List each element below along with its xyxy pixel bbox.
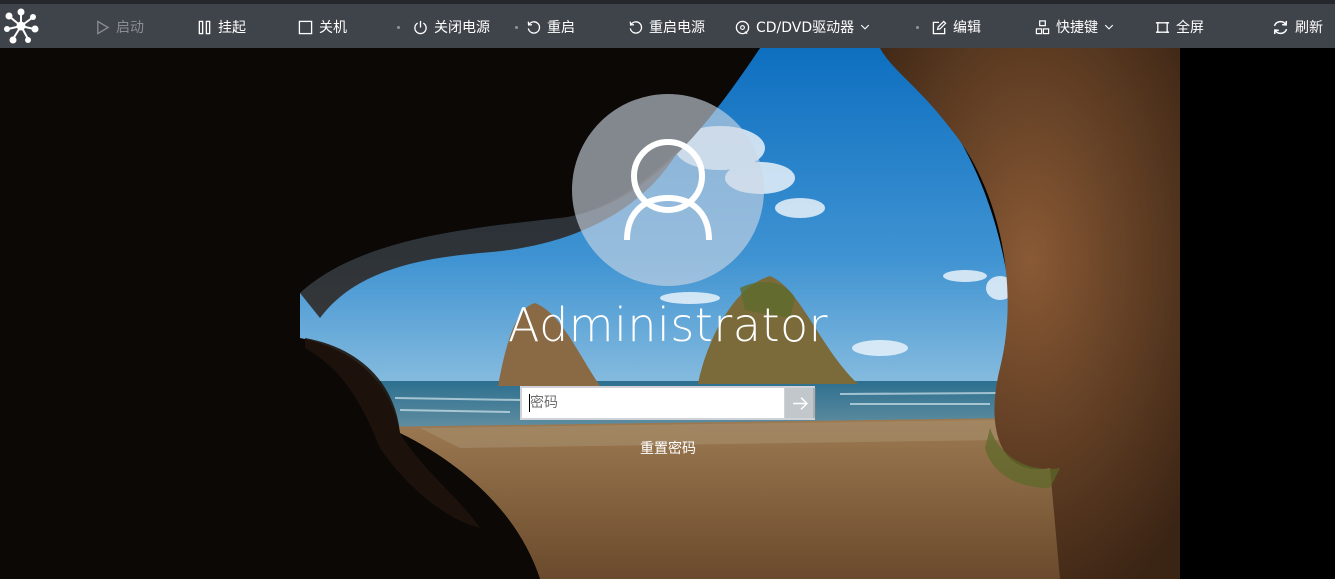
shutdown-button[interactable]: 关机 xyxy=(298,16,347,38)
console-margin xyxy=(1180,48,1335,579)
toolbar-divider-dot xyxy=(916,26,919,29)
power-restart-label: 重启电源 xyxy=(649,20,705,36)
square-icon xyxy=(298,20,313,34)
suspend-label: 挂起 xyxy=(218,20,246,36)
power-off-button[interactable]: 关闭电源 xyxy=(413,16,490,38)
user-silhouette-icon xyxy=(624,139,712,241)
power-restart-button[interactable]: 重启电源 xyxy=(628,16,705,38)
vm-console-toolbar: 启动 挂起 关机 关闭电源 重启 重启电源 CD/DVD驱动器 编辑 快捷键 全… xyxy=(0,0,1335,48)
suspend-button[interactable]: 挂起 xyxy=(197,16,246,38)
power-off-label: 关闭电源 xyxy=(434,20,490,36)
edit-button[interactable]: 编辑 xyxy=(932,16,981,38)
start-button[interactable]: 启动 xyxy=(95,16,144,38)
refresh-button[interactable]: 刷新 xyxy=(1272,16,1323,38)
submit-password-button[interactable] xyxy=(784,388,816,418)
shortcut-keys-dropdown[interactable]: 快捷键 xyxy=(1035,16,1114,38)
password-input[interactable] xyxy=(522,388,784,418)
shortcut-grid-icon xyxy=(1035,19,1050,34)
chevron-down-icon xyxy=(861,24,870,30)
power-icon xyxy=(414,20,427,34)
remote-desktop-screen[interactable]: Administrator 重置密码 xyxy=(0,48,1180,579)
power-restart-icon xyxy=(629,20,643,34)
reset-password-link[interactable]: 重置密码 xyxy=(598,438,738,458)
restart-label: 重启 xyxy=(547,20,575,36)
fullscreen-button[interactable]: 全屏 xyxy=(1155,16,1204,38)
user-avatar xyxy=(572,94,764,286)
edit-icon xyxy=(932,20,947,34)
edit-label: 编辑 xyxy=(953,20,981,36)
refresh-icon xyxy=(1273,20,1288,34)
cd-dvd-drive-label: CD/DVD驱动器 xyxy=(756,20,855,36)
toolbar-divider-dot xyxy=(515,26,518,29)
pause-icon xyxy=(198,20,211,34)
chevron-down-icon xyxy=(1104,24,1114,30)
fullscreen-icon xyxy=(1155,21,1170,33)
play-icon xyxy=(97,19,110,35)
shutdown-label: 关机 xyxy=(319,20,347,36)
text-caret xyxy=(529,394,530,412)
disc-icon xyxy=(735,20,750,34)
password-field-container xyxy=(520,386,816,420)
login-username: Administrator xyxy=(507,298,829,352)
restart-button[interactable]: 重启 xyxy=(526,16,575,38)
refresh-label: 刷新 xyxy=(1295,20,1323,36)
cd-dvd-drive-dropdown[interactable]: CD/DVD驱动器 xyxy=(735,16,870,38)
arrow-right-icon xyxy=(793,397,808,410)
toolbar-divider-dot xyxy=(397,26,400,29)
fullscreen-label: 全屏 xyxy=(1176,20,1204,36)
network-logo-icon xyxy=(4,8,39,44)
start-label: 启动 xyxy=(116,20,144,36)
shortcut-keys-label: 快捷键 xyxy=(1056,20,1098,36)
restart-icon xyxy=(527,20,541,34)
